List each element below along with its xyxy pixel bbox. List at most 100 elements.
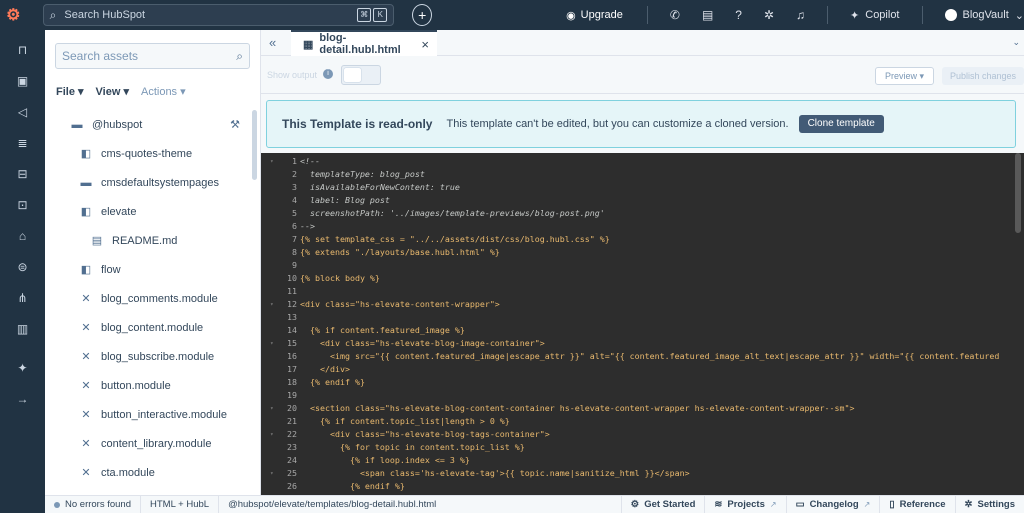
- marketplace-icon[interactable]: ▤: [702, 8, 713, 22]
- publish-changes-button[interactable]: Publish changes: [942, 67, 1024, 85]
- tree-item[interactable]: ✕ blog_content.module: [45, 313, 250, 342]
- line-number: 5: [292, 208, 297, 218]
- tree-item[interactable]: ◧ flow: [45, 255, 250, 284]
- tree-item[interactable]: ◧ elevate: [45, 197, 250, 226]
- assets-menu-file[interactable]: File ▾: [56, 85, 84, 98]
- fold-arrow-icon[interactable]: ▾: [270, 467, 278, 480]
- tree-item[interactable]: ▤ README.md: [45, 226, 250, 255]
- expand-arrow-icon[interactable]: →: [15, 391, 31, 407]
- status-link-get-started[interactable]: ⚙ Get Started: [620, 495, 705, 513]
- show-output-toggle[interactable]: [341, 65, 381, 85]
- assets-menu-view[interactable]: View ▾: [96, 85, 129, 98]
- tree-item[interactable]: ✕ cta.module: [45, 458, 250, 487]
- tools-icon[interactable]: ⚒: [230, 118, 240, 131]
- account-menu[interactable]: BlogVault ⌄: [944, 9, 1024, 22]
- tree-item-label: button.module: [101, 379, 171, 392]
- tree-item[interactable]: ✕ blog_comments.module: [45, 284, 250, 313]
- tree-item-label: cms-quotes-theme: [101, 147, 193, 160]
- status-dot-icon: [54, 501, 60, 508]
- code-text: {% set template_css = "../../assets/dist…: [300, 234, 610, 244]
- upgrade-button[interactable]: ◉ Upgrade: [566, 9, 623, 22]
- assets-scrollbar[interactable]: [252, 110, 257, 180]
- fold-arrow-icon[interactable]: ▾: [270, 298, 278, 311]
- line-number: 23: [287, 442, 297, 452]
- commerce-icon[interactable]: ⊟: [15, 166, 31, 182]
- hubspot-logo-icon[interactable]: ⚙: [0, 0, 27, 30]
- help-icon[interactable]: ?: [735, 8, 742, 22]
- automation-icon[interactable]: ⊡: [15, 197, 31, 213]
- status-link-settings[interactable]: ✲ Settings: [954, 495, 1024, 513]
- file-tree: ▬ @hubspot ⚒ ◧ cms-quotes-theme ▬ cmsdefaultsy…: [45, 110, 250, 487]
- line-number: 7: [292, 234, 297, 244]
- workflows-icon[interactable]: ⋔: [15, 290, 31, 306]
- reporting-icon[interactable]: ▥: [15, 321, 31, 337]
- tree-item[interactable]: ▬ @hubspot ⚒: [45, 110, 250, 139]
- line-number: 8: [292, 247, 297, 257]
- line-number: 25: [287, 468, 297, 478]
- fold-arrow-icon[interactable]: ▾: [270, 402, 278, 415]
- code-line: 26 {% endif %}: [261, 480, 1024, 493]
- contacts-icon[interactable]: ▣: [15, 73, 31, 89]
- copilot-label: Copilot: [865, 9, 900, 21]
- language-mode[interactable]: HTML + HubL: [141, 495, 220, 513]
- upgrade-label: Upgrade: [580, 9, 623, 21]
- gear-icon: ✲: [964, 499, 973, 510]
- code-line: ▾ 20 <section class="hs-elevate-blog-cont…: [261, 402, 1024, 415]
- errors-status[interactable]: No errors found: [45, 495, 142, 513]
- close-tab-icon[interactable]: ×: [421, 37, 429, 52]
- code-editor[interactable]: ▾ 1 <!-- 2 templateType: blog_post 3 isAvail…: [261, 153, 1024, 495]
- fold-arrow-icon[interactable]: ▾: [270, 428, 278, 441]
- tree-item[interactable]: ✕ button.module: [45, 371, 250, 400]
- banner-title: This Template is read-only: [282, 117, 433, 131]
- editor-toolbar: Show output i Preview ▾ Publish changes: [261, 56, 1024, 94]
- fold-arrow-icon[interactable]: ▾: [270, 155, 278, 168]
- theme-folder-icon: ◧: [80, 206, 92, 218]
- notifications-bell-icon[interactable]: ♫: [796, 8, 805, 22]
- collapse-panel-icon[interactable]: «: [269, 35, 276, 50]
- code-text: {% if content.topic_list|length > 0 %}: [300, 416, 510, 426]
- line-number: 24: [287, 455, 297, 465]
- copilot-button[interactable]: ✦ Copilot: [850, 9, 899, 22]
- code-line: 14 {% if content.featured_image %}: [261, 324, 1024, 337]
- line-number: 19: [287, 390, 297, 400]
- document-icon: ▤: [91, 235, 103, 247]
- service-icon[interactable]: ⌂: [15, 228, 31, 244]
- changelog-icon: ▭: [795, 499, 805, 510]
- data-management-icon[interactable]: ⊜: [15, 259, 31, 275]
- errors-label: No errors found: [65, 499, 132, 510]
- code-line: ▾ 12 <div class="hs-elevate-content-wrappe…: [261, 298, 1024, 311]
- tree-item[interactable]: ✕ button_interactive.module: [45, 400, 250, 429]
- tree-item[interactable]: ✕ blog_subscribe.module: [45, 342, 250, 371]
- tree-item[interactable]: ✕ content_library.module: [45, 429, 250, 458]
- search-assets-input[interactable]: Search assets ⌕: [55, 43, 250, 69]
- content-icon[interactable]: ≣: [15, 135, 31, 151]
- info-icon[interactable]: i: [323, 69, 333, 79]
- tab-overflow-chevron-icon[interactable]: ⌄: [1012, 37, 1020, 48]
- status-link-changelog[interactable]: ▭ Changelog ↗: [785, 495, 880, 513]
- tree-item[interactable]: ◧ cms-quotes-theme: [45, 139, 250, 168]
- file-icon: ▦: [303, 38, 314, 51]
- code-text: <span class='hs-elevate-tag'>{{ topic.na…: [300, 468, 690, 478]
- code-text: {% block body %}: [300, 273, 380, 283]
- clone-template-button[interactable]: Clone template: [798, 115, 884, 133]
- assets-menu-actions[interactable]: Actions ▾: [141, 85, 186, 98]
- bookmark-icon[interactable]: ⊓: [15, 42, 31, 58]
- status-link-projects[interactable]: ≋ Projects ↗: [704, 495, 785, 513]
- search-assets-placeholder: Search assets: [62, 49, 139, 63]
- tree-item[interactable]: ▬ cmsdefaultsystempages: [45, 168, 250, 197]
- file-path: @hubspot/elevate/templates/blog-detail.h…: [219, 496, 445, 513]
- settings-gear-icon[interactable]: ✲: [764, 8, 774, 22]
- search-icon: ⌕: [49, 7, 57, 22]
- preview-button[interactable]: Preview ▾: [875, 67, 934, 85]
- sparkle-icon[interactable]: ✦: [15, 360, 31, 376]
- code-text: {% endif %}: [300, 481, 405, 491]
- phone-icon[interactable]: ✆: [670, 8, 680, 22]
- copilot-sparkle-icon: ✦: [850, 9, 860, 22]
- line-number: 2: [292, 169, 297, 179]
- tab-blog-detail[interactable]: ▦ blog-detail.hubl.html ×: [291, 30, 437, 56]
- global-search-input[interactable]: ⌕ Search HubSpot ⌘ K: [42, 4, 395, 26]
- fold-arrow-icon[interactable]: ▾: [270, 337, 278, 350]
- status-link-reference[interactable]: ▯ Reference: [879, 495, 954, 513]
- create-button[interactable]: +: [412, 4, 433, 26]
- marketing-megaphone-icon[interactable]: ◁: [15, 104, 31, 120]
